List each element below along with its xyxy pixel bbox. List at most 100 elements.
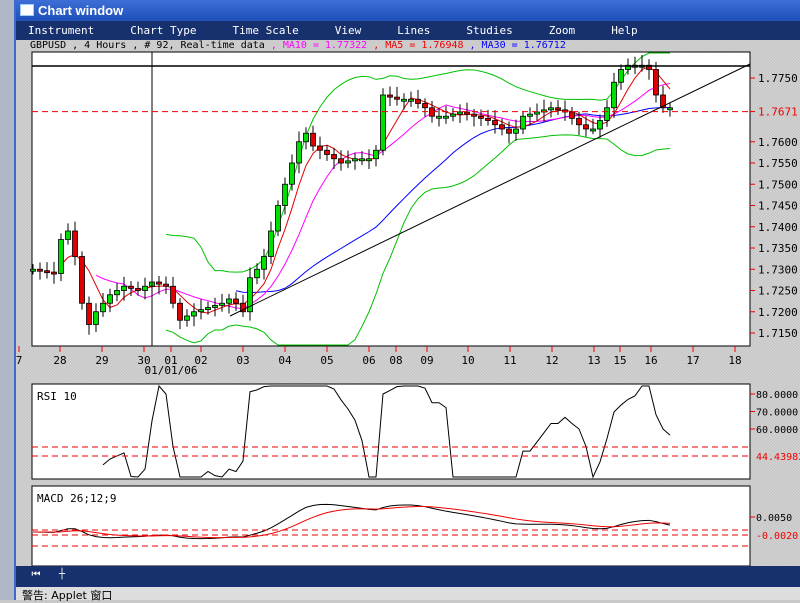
candle bbox=[373, 149, 379, 160]
candle bbox=[408, 98, 414, 102]
candle bbox=[520, 115, 526, 130]
date-axis-label: 03 bbox=[236, 354, 249, 367]
candle bbox=[471, 113, 477, 117]
candle bbox=[93, 311, 99, 325]
candle bbox=[548, 107, 554, 111]
candle bbox=[387, 94, 393, 98]
candle bbox=[611, 81, 617, 109]
candle bbox=[380, 94, 386, 151]
price-axis-label: 1.7400 bbox=[758, 221, 798, 234]
candle bbox=[296, 141, 302, 164]
candle bbox=[58, 239, 64, 274]
rsi-axis-label: 60.0000 bbox=[756, 425, 798, 436]
candle bbox=[590, 128, 596, 132]
candle bbox=[604, 107, 610, 121]
candle bbox=[128, 285, 134, 289]
candle bbox=[100, 302, 106, 313]
candle bbox=[366, 158, 372, 162]
candle bbox=[114, 290, 120, 296]
date-axis-label: 04 bbox=[278, 354, 292, 367]
candle bbox=[191, 311, 197, 317]
date-axis-label: 08 bbox=[389, 354, 402, 367]
candle bbox=[583, 124, 589, 130]
candle bbox=[317, 145, 323, 151]
price-axis-label: 1.7300 bbox=[758, 263, 798, 276]
candle bbox=[422, 103, 428, 109]
candle bbox=[359, 158, 365, 162]
date-axis-label: 12 bbox=[545, 354, 558, 367]
candle bbox=[44, 270, 50, 274]
candle bbox=[569, 111, 575, 119]
price-axis-label: 1.7250 bbox=[758, 285, 798, 298]
candle bbox=[667, 107, 673, 111]
macd-axis-label: 0.0050 bbox=[756, 513, 792, 524]
candle bbox=[618, 69, 624, 83]
candle bbox=[86, 302, 92, 325]
candle bbox=[65, 230, 71, 240]
candle bbox=[653, 69, 659, 96]
home-button[interactable]: ⏮ bbox=[26, 569, 46, 584]
date-axis-label: 15 bbox=[613, 354, 626, 367]
candle bbox=[282, 183, 288, 206]
rsi-current-label: 44.43983 bbox=[756, 452, 800, 463]
candle bbox=[310, 132, 316, 147]
candle bbox=[345, 160, 351, 164]
candle bbox=[527, 113, 533, 117]
current-price-label: 1.7671 bbox=[758, 106, 798, 119]
candle bbox=[478, 115, 484, 119]
candle bbox=[198, 309, 204, 313]
candle bbox=[513, 128, 519, 134]
date-axis-label: 10 bbox=[461, 354, 474, 367]
candle bbox=[499, 124, 505, 130]
rsi-axis-label: 70.0000 bbox=[756, 408, 798, 419]
price-axis-label: 1.7200 bbox=[758, 306, 798, 319]
candle bbox=[492, 120, 498, 126]
date-label: 01/01/06 bbox=[145, 364, 198, 377]
price-axis-label: 1.7500 bbox=[758, 178, 798, 191]
candle bbox=[275, 205, 281, 232]
candle bbox=[576, 117, 582, 126]
candle bbox=[51, 271, 57, 275]
date-axis-label: 16 bbox=[644, 354, 657, 367]
price-axis-label: 1.7550 bbox=[758, 157, 798, 170]
candle bbox=[30, 268, 36, 272]
candle bbox=[450, 113, 456, 117]
candle bbox=[254, 268, 260, 279]
candle bbox=[401, 98, 407, 102]
chart-area[interactable]: 1.7750 1.7671 1.7600 1.7550 1.7500 1.7450 1.74… bbox=[0, 0, 800, 566]
candle bbox=[268, 230, 274, 257]
candle bbox=[394, 96, 400, 100]
date-axis-label: 18 bbox=[728, 354, 741, 367]
candle bbox=[37, 268, 43, 272]
candle bbox=[436, 115, 442, 119]
candle bbox=[338, 158, 344, 164]
price-axis-label: 1.7750 bbox=[758, 72, 798, 85]
candle bbox=[303, 132, 309, 143]
candle bbox=[184, 315, 190, 321]
date-axis-label: 05 bbox=[320, 354, 333, 367]
rsi-axis-label: 80.0000 bbox=[756, 390, 798, 401]
candle bbox=[464, 111, 470, 115]
date-axis-label: 17 bbox=[686, 354, 699, 367]
candle bbox=[233, 298, 239, 304]
candle bbox=[457, 111, 463, 115]
candle bbox=[597, 120, 603, 130]
rsi-panel bbox=[31, 383, 751, 480]
candle bbox=[79, 256, 85, 304]
price-axis-label: 1.7600 bbox=[758, 136, 798, 149]
date-axis-label: 7 bbox=[16, 354, 23, 367]
candle bbox=[555, 107, 561, 111]
date-axis-label: 11 bbox=[503, 354, 516, 367]
candle bbox=[261, 256, 267, 270]
candle bbox=[156, 281, 162, 285]
candle bbox=[324, 149, 330, 155]
date-axis-label: 06 bbox=[362, 354, 375, 367]
candle bbox=[219, 302, 225, 306]
crosshair-button[interactable]: ┼ bbox=[52, 569, 72, 584]
candle bbox=[212, 304, 218, 308]
candle bbox=[135, 287, 141, 291]
date-axis-label: 09 bbox=[420, 354, 433, 367]
candle bbox=[205, 307, 211, 311]
date-axis-label: 28 bbox=[53, 354, 66, 367]
date-axis-label: 29 bbox=[95, 354, 108, 367]
